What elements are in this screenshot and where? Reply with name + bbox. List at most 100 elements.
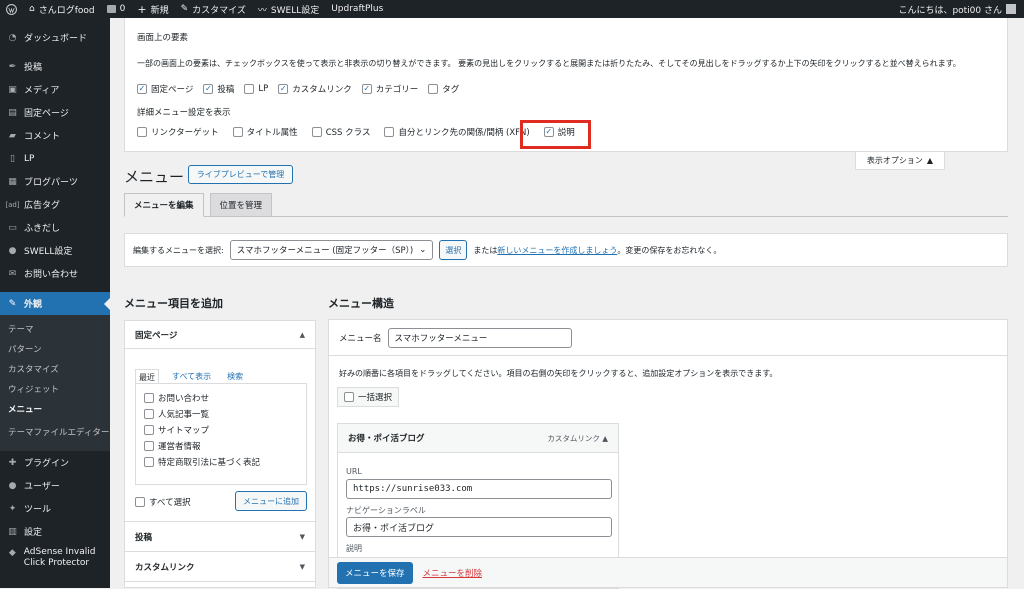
sidebar-item-users[interactable]: ● ユーザー bbox=[0, 474, 110, 497]
user-icon: ● bbox=[8, 480, 17, 491]
live-preview-button[interactable]: ライブプレビューで管理 bbox=[188, 165, 293, 184]
checkbox-checked[interactable]: ✓ bbox=[278, 84, 289, 94]
account-menu[interactable]: こんにちは、poti00 さん bbox=[898, 3, 1024, 16]
checkbox[interactable] bbox=[311, 127, 322, 137]
toggle-css-classes[interactable]: CSS クラス bbox=[311, 126, 370, 138]
wp-logo-icon[interactable] bbox=[0, 0, 23, 18]
submenu-customize[interactable]: カスタマイズ bbox=[0, 359, 110, 379]
custom-links-accordion-header[interactable]: カスタムリンク ▼ bbox=[125, 552, 315, 582]
advanced-title: 詳細メニュー設定を表示 bbox=[137, 108, 231, 118]
updraftplus-link[interactable]: UpdraftPlus bbox=[325, 0, 389, 18]
submenu-themes[interactable]: テーマ bbox=[0, 319, 110, 339]
pages-accordion-header[interactable]: 固定ページ ▲ bbox=[125, 321, 315, 349]
menu-instructions: 好みの順番に各項目をドラッグしてください。項目の右側の矢印をクリックすると、追加… bbox=[339, 369, 778, 378]
menu-footer: メニューを保存 メニューを削除 bbox=[328, 557, 1008, 588]
toggle-custom-links[interactable]: ✓ カスタムリンク bbox=[278, 83, 352, 95]
tab-manage-locations[interactable]: 位置を管理 bbox=[209, 193, 273, 217]
toggle-posts[interactable]: ✓ 投稿 bbox=[203, 83, 234, 95]
pages-checklist: お問い合わせ 人気記事一覧 サイトマップ 運営者情報 特定商取引法に基づく表記 bbox=[135, 383, 307, 485]
sidebar-item-appearance[interactable]: ✎ 外観 bbox=[0, 292, 110, 315]
sidebar-item-adsense[interactable]: ◆ AdSense Invalid Click Protector bbox=[0, 543, 110, 573]
sidebar-item-posts[interactable]: ✒ 投稿 bbox=[0, 55, 110, 78]
toggle-lp[interactable]: LP bbox=[244, 84, 268, 94]
toggle-pages[interactable]: ✓ 固定ページ bbox=[137, 83, 193, 95]
create-menu-link[interactable]: 新しいメニューを作成しましょう bbox=[497, 245, 617, 256]
sidebar-item-media[interactable]: ▣ メディア bbox=[0, 78, 110, 101]
swell-settings-link[interactable]: 〰 SWELL設定 bbox=[252, 0, 325, 18]
checkbox[interactable] bbox=[137, 127, 147, 137]
nav-tabs: メニューを編集 位置を管理 bbox=[124, 193, 273, 217]
checkbox-checked[interactable]: ✓ bbox=[361, 84, 372, 94]
sidebar-item-comments[interactable]: ▰ コメント bbox=[0, 124, 110, 147]
checkbox[interactable] bbox=[135, 497, 145, 507]
highlight-box bbox=[520, 120, 591, 149]
checkbox[interactable] bbox=[344, 392, 354, 402]
checkbox[interactable] bbox=[428, 84, 439, 94]
media-icon: ▣ bbox=[8, 84, 17, 95]
tab-edit-menus[interactable]: メニューを編集 bbox=[124, 193, 204, 217]
add-items-heading: メニュー項目を追加 bbox=[124, 297, 223, 310]
list-item[interactable]: 特定商取引法に基づく表記 bbox=[144, 454, 260, 470]
sidebar-item-lp[interactable]: ▯ LP bbox=[0, 147, 110, 170]
select-button[interactable]: 選択 bbox=[439, 240, 468, 260]
toggle-categories[interactable]: ✓ カテゴリー bbox=[361, 83, 418, 95]
checkbox[interactable] bbox=[232, 127, 243, 137]
menu-name-input[interactable]: スマホフッターメニュー bbox=[387, 327, 572, 348]
checkbox[interactable] bbox=[244, 84, 255, 94]
checkbox[interactable] bbox=[144, 457, 154, 467]
lp-icon: ▯ bbox=[10, 153, 15, 164]
box-toggles: ✓ 固定ページ ✓ 投稿 LP ✓ カスタムリンク ✓ カテゴリー タグ bbox=[137, 83, 459, 95]
select-all-pages[interactable]: すべて選択 bbox=[135, 496, 191, 508]
bulk-select[interactable]: 一括選択 bbox=[337, 387, 399, 407]
caret-up-icon[interactable]: ▲ bbox=[602, 434, 608, 443]
menu-item-header[interactable]: お得・ポイ活ブログ カスタムリンク ▲ bbox=[337, 423, 619, 453]
url-field[interactable]: https://sunrise033.com bbox=[346, 479, 612, 499]
menu-select[interactable]: スマホフッターメニュー (固定フッター（SP）) ⌄ bbox=[229, 240, 434, 260]
comments-link[interactable]: 0 bbox=[101, 0, 132, 18]
sidebar-item-settings[interactable]: ▥ 設定 bbox=[0, 520, 110, 543]
sidebar-item-dashboard[interactable]: ◔ ダッシュボード bbox=[0, 26, 110, 49]
submenu-theme-editor[interactable]: テーマファイルエディター bbox=[0, 419, 110, 447]
submenu-patterns[interactable]: パターン bbox=[0, 339, 110, 359]
admin-sidebar: ◔ ダッシュボード ✒ 投稿 ▣ メディア ▤ 固定ページ ▰ コメント ▯ LP ▦ ブログ… bbox=[0, 18, 110, 588]
plugin-icon: ✚ bbox=[8, 457, 17, 468]
sidebar-item-tools[interactable]: ✦ ツール bbox=[0, 497, 110, 520]
sidebar-item-ad-tag[interactable]: [ad] 広告タグ bbox=[0, 193, 110, 216]
nav-label-field[interactable]: お得・ポイ活ブログ bbox=[346, 517, 612, 537]
list-item[interactable]: 人気記事一覧 bbox=[144, 406, 209, 422]
other-accordions: 投稿 ▼ カスタムリンク ▼ bbox=[124, 522, 316, 588]
screen-options-toggle[interactable]: 表示オプション ▲ bbox=[855, 152, 945, 170]
toggle-xfn[interactable]: 自分とリンク先の関係/間柄 (XFN) bbox=[384, 126, 530, 138]
sidebar-item-contact[interactable]: ✉ お問い合わせ bbox=[0, 262, 110, 285]
sidebar-item-blog-parts[interactable]: ▦ ブログパーツ bbox=[0, 170, 110, 193]
customize-link[interactable]: ✎ カスタマイズ bbox=[175, 0, 252, 18]
checkbox-checked[interactable]: ✓ bbox=[203, 84, 214, 94]
submenu-widgets[interactable]: ウィジェット bbox=[0, 379, 110, 399]
sidebar-item-balloon[interactable]: ▭ ふきだし bbox=[0, 216, 110, 239]
caret-down-icon: ▼ bbox=[299, 532, 305, 541]
checkbox[interactable] bbox=[384, 127, 395, 137]
checkbox[interactable] bbox=[144, 393, 154, 403]
submenu-menus[interactable]: メニュー bbox=[0, 399, 110, 419]
checkbox[interactable] bbox=[144, 409, 154, 419]
sidebar-item-plugins[interactable]: ✚ プラグイン bbox=[0, 451, 110, 474]
new-content-link[interactable]: + 新規 bbox=[131, 0, 174, 18]
list-item[interactable]: サイトマップ bbox=[144, 422, 209, 438]
posts-accordion-header[interactable]: 投稿 ▼ bbox=[125, 522, 315, 552]
checkbox-checked[interactable]: ✓ bbox=[137, 84, 147, 94]
site-name-link[interactable]: ⌂ さんログfood bbox=[23, 0, 101, 18]
checkbox[interactable] bbox=[144, 425, 154, 435]
settings-icon: ▥ bbox=[8, 526, 17, 537]
list-item[interactable]: お問い合わせ bbox=[144, 390, 209, 406]
list-item[interactable]: 運営者情報 bbox=[144, 438, 201, 454]
toggle-title-attribute[interactable]: タイトル属性 bbox=[232, 126, 298, 138]
advanced-toggles: リンクターゲット タイトル属性 CSS クラス 自分とリンク先の関係/間柄 (X… bbox=[137, 126, 575, 138]
toggle-tags[interactable]: タグ bbox=[428, 83, 459, 95]
sidebar-item-pages[interactable]: ▤ 固定ページ bbox=[0, 101, 110, 124]
add-to-menu-button[interactable]: メニューに追加 bbox=[235, 491, 307, 511]
sidebar-item-swell[interactable]: ● SWELL設定 bbox=[0, 239, 110, 262]
save-menu-button[interactable]: メニューを保存 bbox=[337, 561, 413, 584]
toggle-link-target[interactable]: リンクターゲット bbox=[137, 126, 219, 138]
checkbox[interactable] bbox=[144, 441, 154, 451]
delete-menu-link[interactable]: メニューを削除 bbox=[423, 567, 483, 579]
